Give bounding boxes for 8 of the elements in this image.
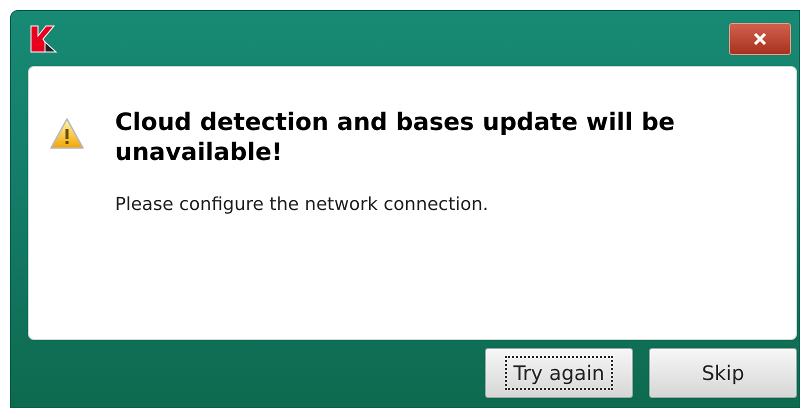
dialog-heading: Cloud detection and bases update will be unavailable! [115,107,676,167]
warning-icon [49,117,85,151]
close-icon [753,32,767,44]
close-button[interactable] [729,22,791,54]
dialog-button[interactable]: Try again [485,348,633,398]
dialog-button[interactable]: Skip [649,348,797,398]
logo-icon [29,24,59,54]
dialog-message: Please configure the network connection. [115,193,490,217]
